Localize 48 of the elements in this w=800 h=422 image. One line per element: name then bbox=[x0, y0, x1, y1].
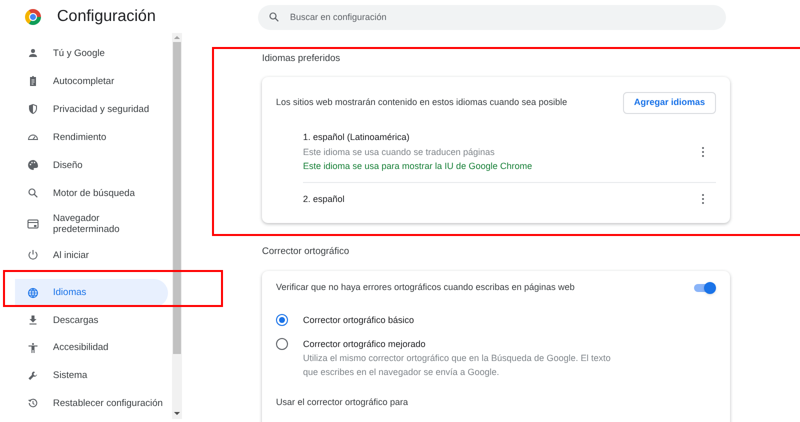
option-label: Corrector ortográfico básico bbox=[303, 314, 414, 326]
language-note: Este idioma se usa para mostrar la IU de Google Chrome bbox=[303, 160, 532, 173]
search-field[interactable]: Buscar en configuración bbox=[258, 4, 726, 30]
palette-icon bbox=[27, 159, 39, 171]
radio-button[interactable] bbox=[276, 314, 288, 326]
sidebar-item[interactable]: Descargas bbox=[15, 306, 168, 334]
history-icon bbox=[27, 397, 39, 410]
chrome-logo-icon bbox=[25, 8, 41, 24]
setting-label: Usar el corrector ortográfico para bbox=[276, 396, 410, 409]
option-label: Corrector ortográfico mejorado bbox=[303, 338, 427, 350]
accessibility-icon bbox=[27, 342, 39, 354]
sidebar-item[interactable]: Accesibilidad bbox=[15, 334, 168, 362]
search-icon bbox=[27, 187, 39, 199]
more-options-icon[interactable] bbox=[702, 194, 704, 204]
sidebar-item[interactable]: Sistema bbox=[15, 362, 168, 390]
wrench-icon bbox=[27, 370, 39, 382]
language-note: Este idioma se usa cuando se traducen páginas bbox=[303, 146, 496, 159]
sidebar-item[interactable]: Autocompletar bbox=[15, 67, 168, 95]
section-title: Corrector ortográfico bbox=[262, 244, 350, 258]
page-title: Configuración bbox=[57, 6, 157, 26]
section-title: Idiomas preferidos bbox=[262, 52, 342, 66]
sidebar-item[interactable]: Idiomas bbox=[15, 279, 168, 307]
scrollbar[interactable] bbox=[172, 33, 182, 419]
language-name: 1. español (Latinoamérica) bbox=[303, 131, 411, 144]
globe-icon bbox=[27, 286, 39, 299]
download-icon bbox=[27, 314, 39, 326]
sidebar-item[interactable]: Rendimiento bbox=[15, 123, 168, 151]
radio-button[interactable] bbox=[276, 338, 288, 350]
more-options-icon[interactable] bbox=[702, 146, 704, 157]
option-description: Utiliza el mismo corrector ortográfico que en la Búsqueda de Google. El texto que escribes en el navegador se envía a Google. bbox=[303, 352, 612, 378]
add-languages-button[interactable]: Agregar idiomas bbox=[622, 92, 716, 114]
language-name: 2. español bbox=[303, 192, 345, 206]
sidebar-item[interactable]: Diseño bbox=[15, 151, 168, 179]
sidebar-item[interactable]: Motor de búsqueda bbox=[15, 179, 168, 207]
browser-window-icon bbox=[27, 218, 39, 230]
power-icon bbox=[27, 249, 39, 261]
sidebar-item[interactable]: Restablecer configuración bbox=[15, 389, 168, 417]
sidebar-item[interactable]: Privacidad y seguridad bbox=[15, 95, 168, 123]
sidebar-item[interactable]: Al iniciar bbox=[15, 241, 168, 269]
setting-label: Verificar que no haya errores ortográficos cuando escribas en páginas web bbox=[276, 280, 575, 294]
description-text: Los sitios web mostrarán contenido en estos idiomas cuando sea posible bbox=[276, 96, 568, 110]
shield-icon bbox=[27, 103, 39, 115]
search-icon bbox=[268, 10, 280, 22]
sidebar-item[interactable]: Navegador predeterminado bbox=[15, 207, 168, 241]
clipboard-icon bbox=[27, 75, 39, 87]
person-icon bbox=[27, 47, 39, 59]
toggle-switch[interactable] bbox=[694, 282, 716, 294]
sidebar-item[interactable]: Tú y Google bbox=[15, 39, 168, 67]
